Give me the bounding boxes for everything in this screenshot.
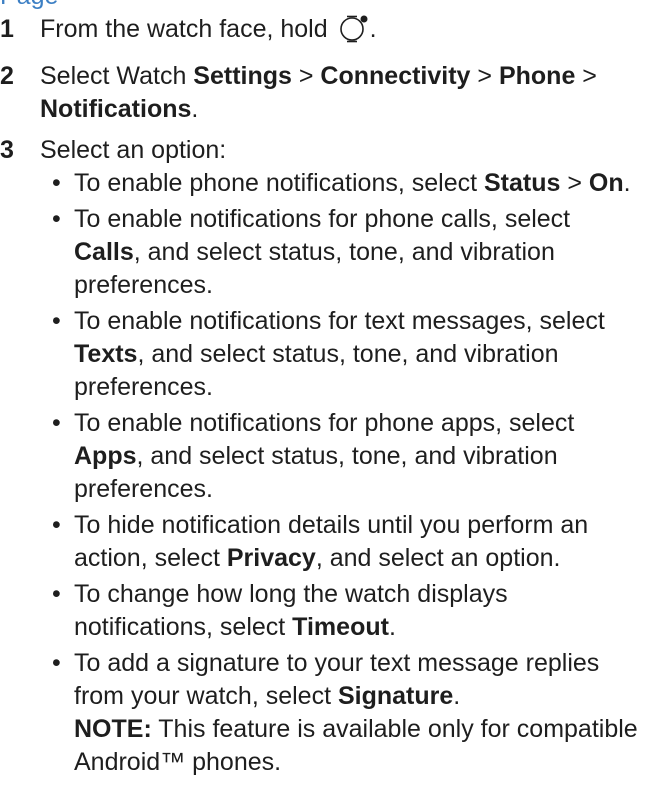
watch-button-icon	[338, 13, 370, 52]
step-number: 1	[0, 15, 14, 43]
list-item: • To hide notification details until you…	[40, 509, 640, 575]
step-number: 2	[0, 62, 14, 90]
option-text-end: .	[388, 613, 396, 641]
option-text: To add a signature to your text message …	[74, 649, 600, 710]
bullet: •	[52, 649, 61, 677]
menu-texts: Texts	[74, 340, 138, 368]
list-item: • To change how long the watch displays …	[40, 578, 640, 644]
note-text: This feature is available only for compa…	[74, 715, 638, 776]
menu-phone: Phone	[498, 62, 576, 90]
step-number: 3	[0, 136, 14, 164]
bullet: •	[52, 169, 61, 197]
menu-status: Status	[484, 169, 561, 197]
list-item: • To enable notifications for phone call…	[40, 203, 640, 302]
step-text-end: .	[369, 15, 377, 43]
bullet: •	[52, 409, 61, 437]
list-item: • To enable notifications for text messa…	[40, 305, 640, 404]
menu-calls: Calls	[74, 238, 134, 266]
separator: >	[560, 169, 589, 197]
menu-settings: Settings	[193, 62, 292, 90]
option-text: To enable phone notifications, select	[74, 169, 484, 197]
step-text: Select an option:	[40, 136, 227, 164]
step-text-end: .	[191, 95, 199, 123]
option-text-end: , and select status, tone, and vibration…	[74, 340, 559, 401]
option-text: To enable notifications for text message…	[74, 307, 605, 335]
option-text: To change how long the watch displays no…	[74, 580, 508, 641]
separator: >	[470, 62, 499, 90]
bullet: •	[52, 307, 61, 335]
list-item: • To add a signature to your text messag…	[40, 647, 640, 779]
option-text-end: , and select status, tone, and vibration…	[74, 442, 558, 503]
note-label: NOTE:	[74, 715, 152, 743]
bullet: •	[52, 580, 61, 608]
separator: >	[291, 62, 321, 90]
step-text: Select Watch	[40, 62, 194, 90]
menu-notifications: Notifications	[40, 95, 192, 123]
instruction-steps: 1 From the watch face, hold . 2 Select W…	[0, 13, 640, 787]
menu-apps: Apps	[74, 442, 137, 470]
option-text-end: .	[623, 169, 631, 197]
cut-off-page-reference: Page 5)	[0, 0, 60, 13]
step-2: 2 Select Watch Settings > Connectivity >…	[0, 60, 640, 126]
menu-timeout: Timeout	[292, 613, 389, 641]
option-text-end: , and select an option.	[315, 544, 561, 572]
option-text: To enable notifications for phone calls,…	[74, 205, 571, 233]
option-list: • To enable phone notifications, select …	[40, 167, 640, 779]
menu-on: On	[588, 169, 624, 197]
option-text-end: .	[453, 682, 461, 710]
step-text: From the watch face, hold	[40, 15, 328, 43]
separator: >	[575, 62, 597, 90]
menu-signature: Signature	[337, 682, 454, 710]
step-1: 1 From the watch face, hold .	[0, 13, 640, 52]
list-item: • To enable notifications for phone apps…	[40, 407, 640, 506]
list-item: • To enable phone notifications, select …	[40, 167, 640, 200]
bullet: •	[52, 205, 61, 233]
note: NOTE: This feature is available only for…	[74, 713, 640, 779]
bullet: •	[52, 511, 61, 539]
menu-privacy: Privacy	[226, 544, 316, 572]
menu-connectivity: Connectivity	[320, 62, 471, 90]
option-text-end: , and select status, tone, and vibration…	[74, 238, 555, 299]
step-3: 3 Select an option: • To enable phone no…	[0, 134, 640, 779]
option-text: To enable notifications for phone apps, …	[74, 409, 575, 437]
